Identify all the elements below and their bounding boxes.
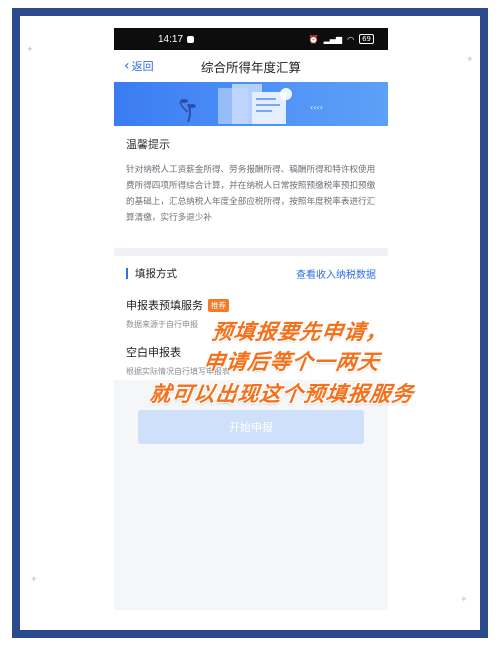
overlay-caption-line3: 就可以出现这个预填报服务 <box>148 382 416 406</box>
filing-method-header: 填报方式 查看收入纳税数据 <box>126 266 376 281</box>
status-bar: 14:17 ⏰ ▂▄▆ ◠ 69 <box>114 28 388 50</box>
view-tax-data-link[interactable]: 查看收入纳税数据 <box>296 266 376 281</box>
notification-icon <box>187 35 195 43</box>
option-title: 空白申报表 <box>126 346 181 359</box>
wifi-icon: ◠ <box>347 34 355 44</box>
battery-icon: 69 <box>359 34 374 44</box>
recommended-badge: 推荐 <box>208 298 229 312</box>
back-button[interactable]: ‹ 返回 <box>124 58 154 74</box>
status-icons: ⏰ ▂▄▆ ◠ 69 <box>309 34 374 44</box>
notice-section: 温馨提示 针对纳税人工资薪金所得、劳务报酬所得、稿酬所得和特许权使用费所得四项所… <box>114 126 388 248</box>
sparkle-decoration-icon: ✦ <box>466 55 474 65</box>
overlay-caption-line2: 申请后等个一两天 <box>202 350 382 374</box>
notice-title: 温馨提示 <box>126 138 170 151</box>
option-title: 申报表预填服务 <box>126 299 203 312</box>
overlay-caption-line1: 预填报要先申请， <box>210 320 390 344</box>
page-title: 综合所得年度汇算 <box>200 59 301 75</box>
start-filing-button[interactable]: 开始申报 <box>138 410 364 444</box>
nav-bar: ‹ 返回 综合所得年度汇算 <box>114 50 388 82</box>
signal-icon: ▂▄▆ <box>323 34 343 44</box>
banner-graphic-icon: ‹‹‹‹ <box>179 84 323 124</box>
svg-text:‹‹‹‹: ‹‹‹‹ <box>310 103 323 112</box>
status-time: 14:17 <box>158 33 184 45</box>
section-divider <box>114 248 388 256</box>
sparkle-decoration-icon: ✦ <box>30 575 38 585</box>
chevron-left-icon: ‹ <box>124 58 130 74</box>
sparkle-decoration-icon: ✦ <box>460 595 468 605</box>
filing-method-title: 填报方式 <box>135 268 177 280</box>
back-label: 返回 <box>131 60 154 73</box>
sparkle-decoration-icon: ✦ <box>26 45 34 55</box>
section-marker <box>126 268 128 279</box>
alarm-icon: ⏰ <box>308 34 319 44</box>
notice-text: 针对纳税人工资薪金所得、劳务报酬所得、稿酬所得和特许权使用费所得四项所得综合计算… <box>126 165 376 223</box>
banner-illustration: ‹‹‹‹ <box>114 82 388 126</box>
